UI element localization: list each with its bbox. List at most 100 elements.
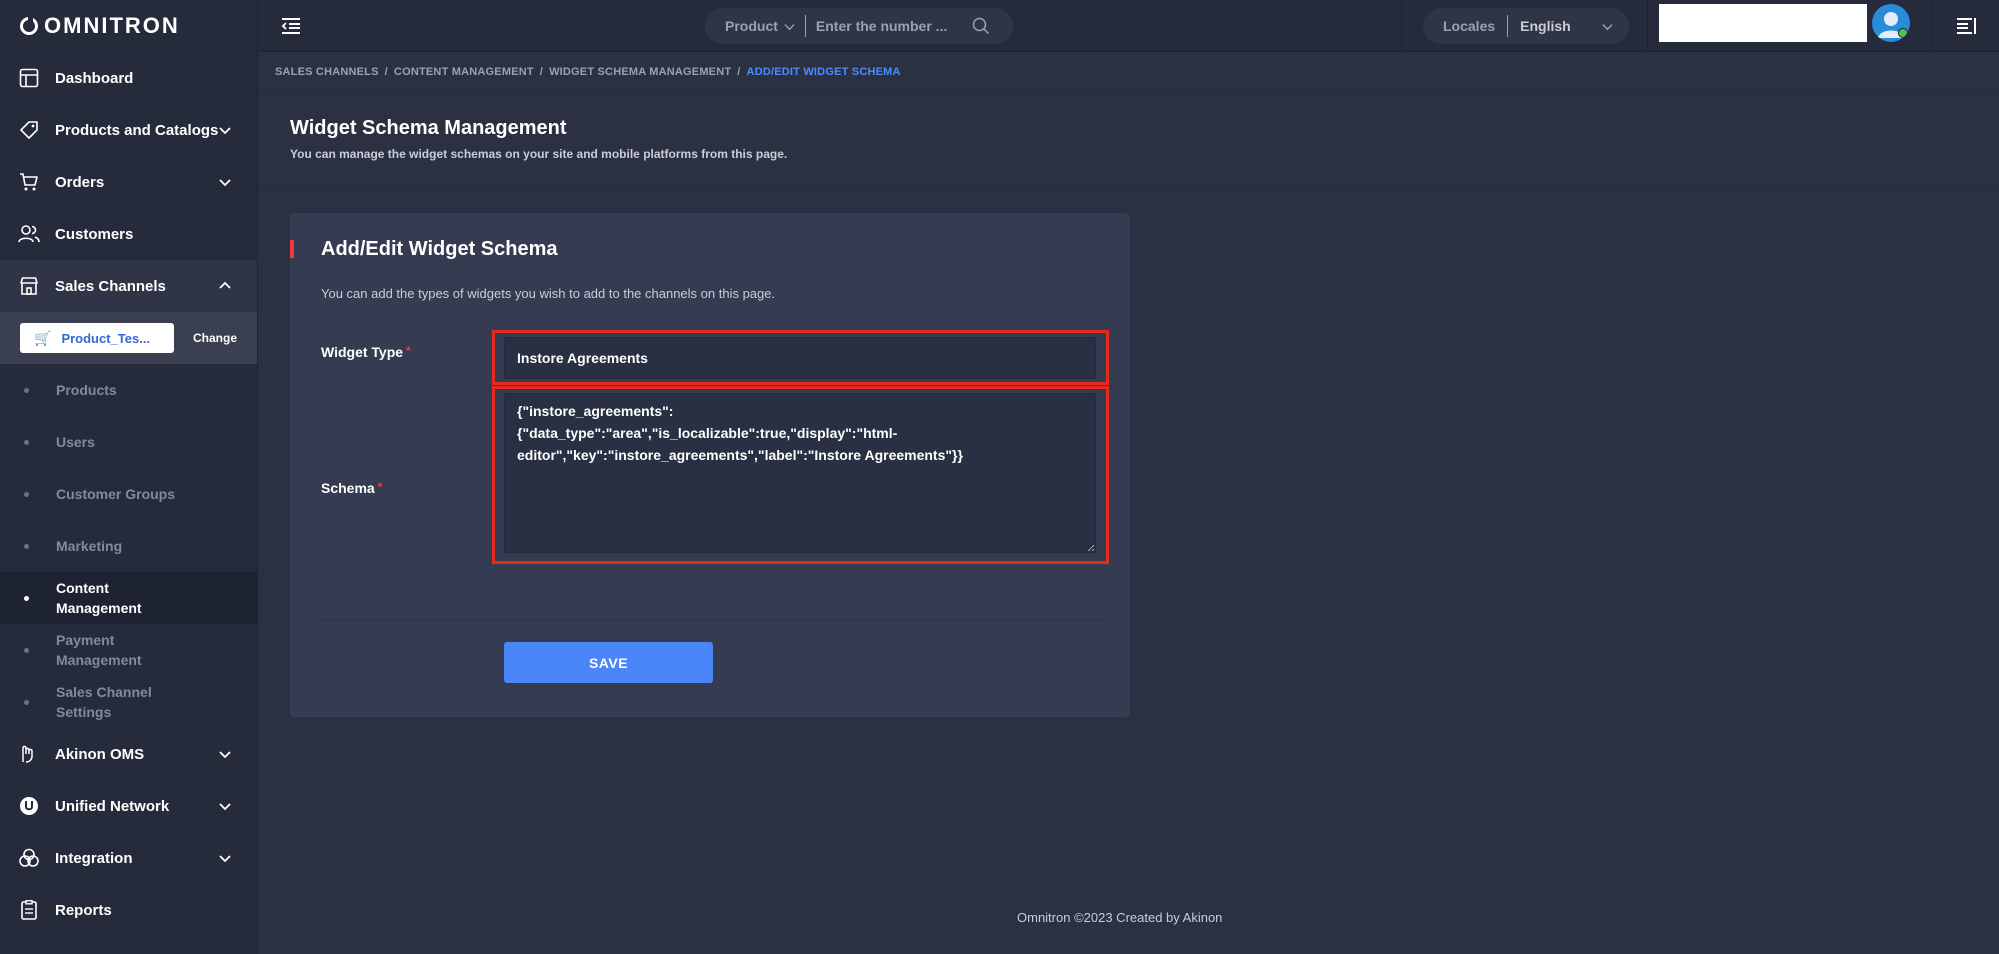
card-title-accent: [290, 240, 294, 258]
sidebar-item-products-and-catalogs[interactable]: Products and Catalogs: [0, 104, 257, 156]
search-input[interactable]: [815, 18, 966, 34]
label-line-1: Sales Channel: [56, 684, 152, 700]
locale-divider: [1507, 15, 1509, 37]
locale-selector[interactable]: Locales English: [1423, 8, 1629, 44]
sidebar-subitem-content-management[interactable]: Content Management: [0, 572, 257, 624]
user-name-redacted[interactable]: [1659, 4, 1867, 42]
sidebar-subitem-label: Customer Groups: [56, 486, 176, 502]
topbar-separator: [1401, 0, 1402, 52]
oms-icon: [18, 743, 40, 765]
sidebar-item-label: Dashboard: [55, 69, 134, 87]
avatar[interactable]: [1872, 4, 1910, 42]
breadcrumb-item-widget-schema-management[interactable]: WIDGET SCHEMA MANAGEMENT: [549, 66, 731, 78]
bullet-icon: [24, 595, 29, 601]
breadcrumb-separator: /: [737, 66, 741, 78]
sidebar-subitem-label: Content Management: [56, 578, 142, 618]
sidebar-subitem-sales-channel-settings[interactable]: Sales Channel Settings: [0, 676, 257, 728]
schema-label-text: Schema: [321, 480, 375, 496]
divider: [258, 186, 1999, 187]
channel-name: Product_Tes...: [61, 330, 151, 346]
sidebar-item-integration[interactable]: Integration: [0, 832, 257, 884]
sidebar-subitem-payment-management[interactable]: Payment Management: [0, 624, 257, 676]
chevron-down-icon: [219, 800, 231, 812]
chevron-down-icon: [1602, 21, 1613, 32]
widget-schema-form-card: Add/Edit Widget Schema You can add the t…: [290, 213, 1130, 717]
chevron-down-icon: [219, 176, 231, 188]
sidebar-subitem-customer-groups[interactable]: Customer Groups: [0, 468, 257, 520]
sidebar-subitem-label: Sales Channel Settings: [56, 682, 152, 722]
schema-label: Schema *: [321, 480, 382, 496]
chevron-down-icon: [219, 124, 231, 136]
search-divider: [804, 15, 806, 37]
breadcrumb: SALES CHANNELS / CONTENT MANAGEMENT / WI…: [275, 66, 901, 78]
omnitron-logo[interactable]: OMNITRON: [0, 0, 257, 52]
required-mark: *: [377, 480, 383, 494]
footer-text: Omnitron ©2023 Created by Akinon: [1017, 910, 1223, 925]
global-search: Product: [705, 8, 1013, 44]
change-channel-button[interactable]: Change: [193, 331, 237, 345]
card-title: Add/Edit Widget Schema: [321, 238, 558, 260]
sidebar-item-label: Unified Network: [55, 797, 170, 815]
search-icon[interactable]: [972, 17, 990, 35]
dashboard-icon: [18, 67, 40, 89]
shopping-cart-icon: 🛒: [34, 329, 52, 346]
reports-icon: [18, 899, 40, 921]
card-description: You can add the types of widgets you wis…: [321, 286, 776, 301]
bullet-icon: [24, 647, 29, 653]
page-description: You can manage the widget schemas on you…: [290, 147, 788, 161]
widget-type-label-text: Widget Type: [321, 344, 404, 360]
save-button[interactable]: SAVE: [504, 642, 713, 683]
sidebar-item-orders[interactable]: Orders: [0, 156, 257, 208]
breadcrumb-separator: /: [539, 66, 544, 78]
label-line-2: Management: [56, 652, 142, 668]
sidebar-subitem-products[interactable]: Products: [0, 364, 257, 416]
sidebar-subitem-marketing[interactable]: Marketing: [0, 520, 257, 572]
online-status-badge: [1898, 28, 1908, 38]
channel-selector: 🛒 Product_Tes... Change: [0, 312, 257, 364]
sidebar-subitem-label: Payment Management: [56, 630, 142, 670]
search-scope-label: Product: [725, 18, 778, 34]
widget-type-input[interactable]: [504, 337, 1096, 379]
label-line-2: Settings: [56, 704, 112, 720]
search-scope-dropdown[interactable]: Product: [725, 18, 795, 34]
bullet-icon: [24, 543, 29, 549]
locale-value: English: [1520, 18, 1571, 34]
sidebar: OMNITRON Dashboard Products and Catalogs…: [0, 0, 258, 954]
bullet-icon: [24, 439, 29, 445]
required-mark: *: [406, 344, 411, 358]
logo-ring-icon: [20, 16, 38, 35]
integration-icon: [18, 847, 40, 869]
breadcrumb-item-sales-channels[interactable]: SALES CHANNELS: [275, 66, 379, 78]
side-panel-icon[interactable]: [1955, 15, 1977, 37]
sidebar-item-reports[interactable]: Reports: [0, 884, 257, 936]
sidebar-item-customers[interactable]: Customers: [0, 208, 257, 260]
tag-icon: [18, 119, 40, 141]
sidebar-item-dashboard[interactable]: Dashboard: [0, 52, 257, 104]
bullet-icon: [24, 699, 29, 705]
top-bar: Product Locales English: [258, 0, 1999, 52]
page-title: Widget Schema Management: [290, 117, 567, 139]
schema-textarea[interactable]: {"instore_agreements": {"data_type":"are…: [504, 393, 1096, 553]
sidebar-item-label: Integration: [55, 849, 133, 867]
widget-type-label: Widget Type *: [321, 344, 411, 360]
cart-icon: [18, 171, 40, 193]
form-divider: [321, 619, 1107, 620]
logo-text: OMNITRON: [44, 13, 180, 38]
chevron-down-icon: [219, 852, 231, 864]
sidebar-item-label: Reports: [55, 901, 112, 919]
sidebar-item-sales-channels[interactable]: Sales Channels: [0, 260, 257, 312]
topbar-separator: [1931, 0, 1932, 52]
breadcrumb-item-current: ADD/EDIT WIDGET SCHEMA: [746, 66, 901, 78]
bullet-icon: [24, 387, 29, 393]
chevron-down-icon: [784, 21, 795, 32]
sidebar-item-unified-network[interactable]: Unified Network: [0, 780, 257, 832]
collapse-menu-icon[interactable]: [280, 15, 302, 37]
sidebar-item-label: Akinon OMS: [55, 745, 145, 763]
sidebar-subitem-users[interactable]: Users: [0, 416, 257, 468]
users-icon: [18, 223, 40, 245]
channel-pill[interactable]: 🛒 Product_Tes...: [20, 323, 174, 353]
label-line-2: Management: [56, 600, 142, 616]
breadcrumb-item-content-management[interactable]: CONTENT MANAGEMENT: [394, 66, 534, 78]
sidebar-item-akinon-oms[interactable]: Akinon OMS: [0, 728, 257, 780]
label-line-1: Content: [56, 580, 109, 596]
